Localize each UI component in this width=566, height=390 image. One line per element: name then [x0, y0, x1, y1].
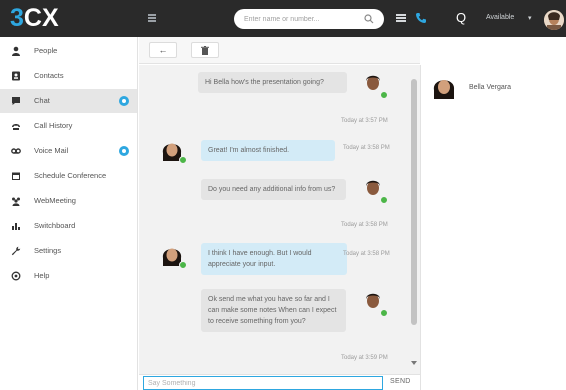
message-bubble-incoming: Great! I'm almost finished.: [201, 140, 335, 161]
participant-avatar[interactable]: [430, 73, 458, 101]
message-input[interactable]: [143, 376, 383, 390]
online-status-dot: [179, 261, 187, 269]
sidebar: People Contacts Chat Call History Voice …: [0, 37, 138, 390]
message-timestamp: Today at 3:59 PM: [341, 355, 388, 361]
avatar: [360, 177, 388, 204]
sidebar-item-voice-mail[interactable]: Voice Mail: [0, 139, 137, 163]
message-timestamp: Today at 3:58 PM: [343, 145, 390, 151]
participants-panel: Bella Vergara: [420, 65, 566, 390]
sidebar-item-label: Call History: [34, 121, 73, 130]
message-bubble-outgoing: Ok send me what you have so far and I ca…: [201, 289, 346, 332]
message-bubble-outgoing: Hi Bella how's the presentation going?: [198, 72, 347, 93]
sidebar-item-label: Switchboard: [34, 221, 76, 230]
search-icon[interactable]: [364, 14, 374, 24]
menu-icon[interactable]: [148, 14, 156, 22]
avatar: [360, 72, 388, 99]
wrench-icon: [11, 246, 21, 256]
participants-header: [420, 37, 566, 65]
sidebar-item-label: Schedule Conference: [34, 171, 107, 180]
message-timestamp: Today at 3:57 PM: [341, 118, 388, 124]
notification-badge: [119, 146, 129, 156]
sidebar-item-people[interactable]: People: [0, 39, 137, 63]
online-status-dot: [380, 91, 388, 99]
voicemail-icon: [11, 148, 21, 154]
sidebar-item-switchboard[interactable]: Switchboard: [0, 214, 137, 238]
notification-badge: [119, 96, 129, 106]
sidebar-item-label: Help: [34, 271, 50, 280]
sidebar-item-label: Contacts: [34, 71, 64, 80]
sidebar-item-webmeeting[interactable]: WebMeeting: [0, 189, 137, 213]
back-button[interactable]: ←: [149, 42, 177, 58]
scrollbar-thumb[interactable]: [411, 79, 417, 325]
send-button[interactable]: SEND: [390, 378, 411, 385]
calendar-icon: [12, 172, 20, 180]
sidebar-item-label: Settings: [34, 246, 62, 255]
sidebar-item-settings[interactable]: Settings: [0, 239, 137, 263]
sidebar-item-label: Chat: [34, 96, 50, 105]
compose-bar: SEND: [139, 374, 420, 390]
webmeeting-icon: [12, 197, 20, 206]
logo-suffix: CX: [23, 3, 59, 32]
participant-name[interactable]: Bella Vergara: [469, 84, 511, 91]
online-status-dot: [380, 309, 388, 317]
search-box: [234, 9, 384, 29]
chat-icon: [12, 97, 20, 105]
avatar: [360, 290, 388, 317]
chat-message-list[interactable]: Hi Bella how's the presentation going? T…: [139, 65, 410, 374]
chat-scrollbar[interactable]: [410, 65, 420, 374]
3cx-logo[interactable]: 3 CX: [10, 4, 59, 32]
sidebar-item-schedule-conference[interactable]: Schedule Conference: [0, 164, 137, 188]
sidebar-item-call-history[interactable]: Call History: [0, 114, 137, 138]
person-icon: [12, 46, 20, 56]
message-timestamp: Today at 3:58 PM: [341, 222, 388, 228]
sidebar-item-contacts[interactable]: Contacts: [0, 64, 137, 88]
contacts-icon: [12, 71, 20, 81]
chevron-down-icon[interactable]: ▾: [528, 14, 532, 22]
sidebar-item-label: Voice Mail: [34, 146, 69, 155]
sidebar-item-label: WebMeeting: [34, 196, 76, 205]
avatar: [159, 242, 187, 269]
online-status-dot: [179, 156, 187, 164]
sidebar-item-label: People: [34, 46, 58, 55]
help-icon: [11, 271, 21, 281]
message-timestamp: Today at 3:58 PM: [343, 251, 390, 257]
top-bar: 3CX Q Available ▾: [0, 0, 566, 37]
chat-toolbar: ←: [139, 37, 420, 64]
message-bubble-incoming: I think I have enough. But I would appre…: [201, 243, 347, 275]
sidebar-item-help[interactable]: Help: [0, 264, 137, 288]
q-icon[interactable]: Q: [456, 10, 466, 25]
phone-icon[interactable]: [415, 12, 427, 24]
delete-button[interactable]: [191, 42, 219, 58]
dialpad-icon[interactable]: [396, 13, 406, 23]
user-avatar[interactable]: [544, 10, 564, 30]
online-status-dot: [380, 196, 388, 204]
message-bubble-outgoing: Do you need any additional info from us?: [201, 179, 346, 200]
call-history-icon: [12, 124, 20, 130]
switchboard-icon: [12, 223, 20, 230]
sidebar-item-chat[interactable]: Chat: [0, 89, 137, 113]
trash-icon: [201, 46, 209, 55]
logo-prefix: 3: [10, 3, 24, 32]
search-input[interactable]: [244, 12, 356, 26]
avatar: [159, 137, 187, 164]
status-dropdown[interactable]: Available: [486, 14, 514, 21]
scroll-down-arrow-icon[interactable]: [411, 361, 417, 365]
